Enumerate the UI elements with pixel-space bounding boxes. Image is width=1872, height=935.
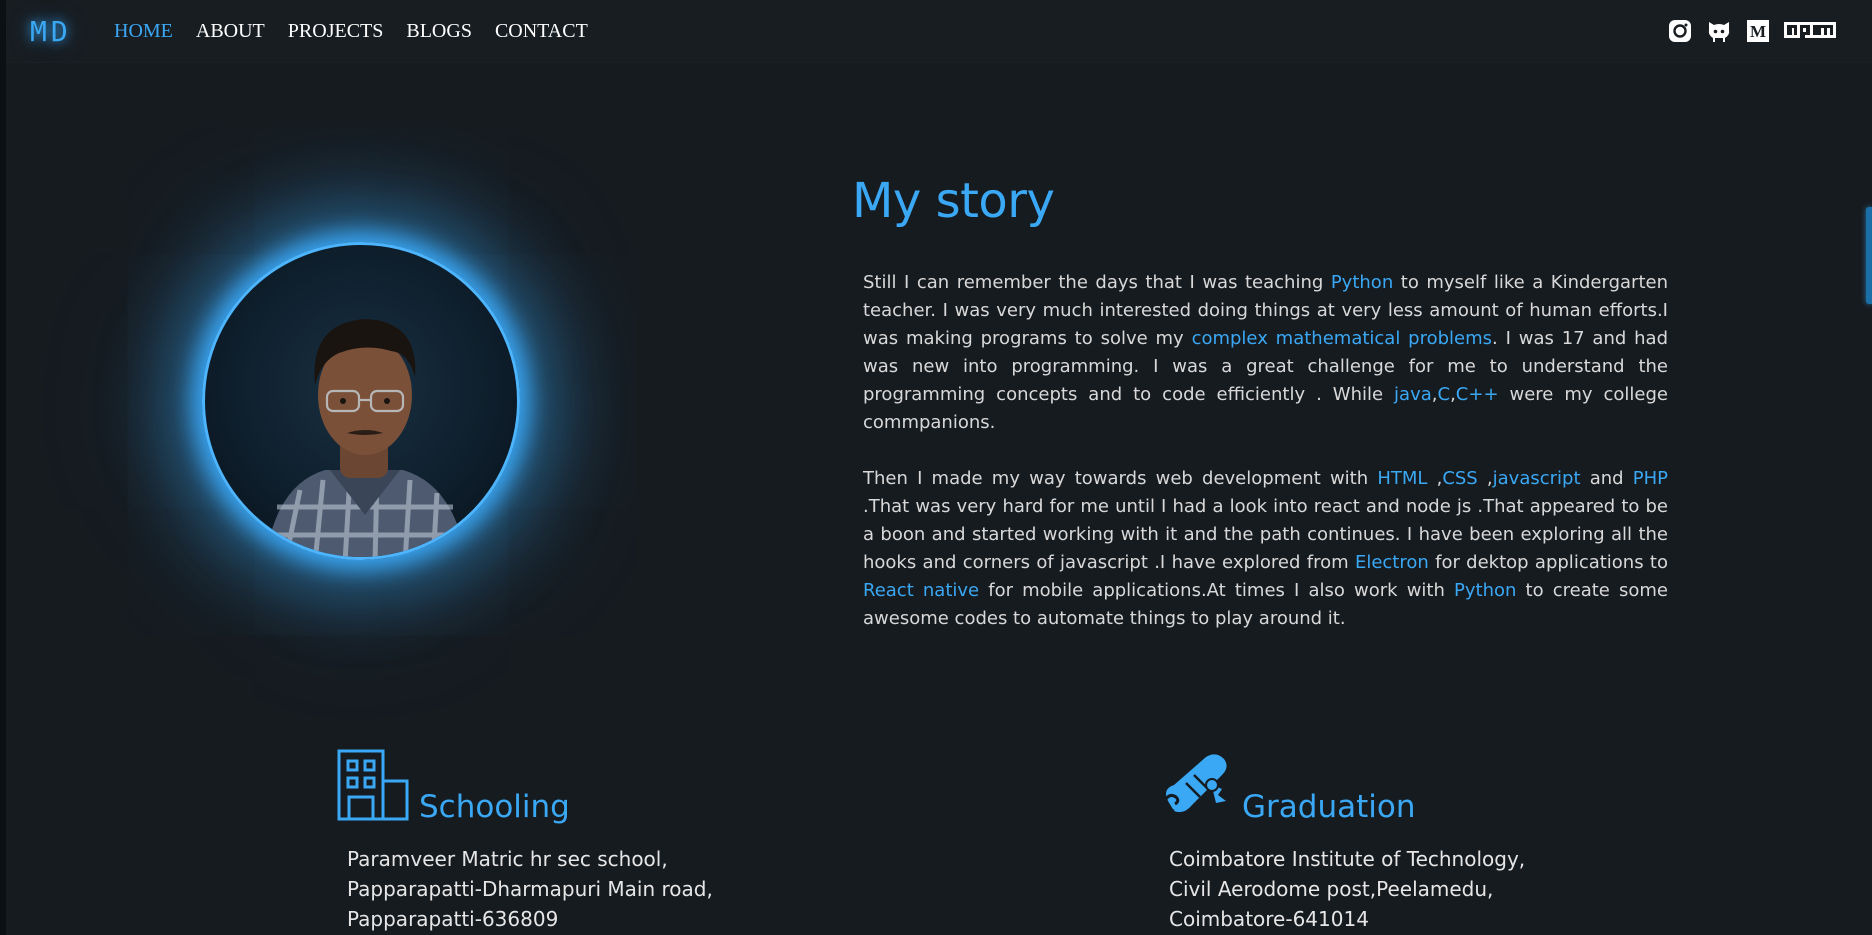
highlight-term: javascript xyxy=(1492,468,1581,489)
github-icon[interactable] xyxy=(1706,19,1732,43)
graduation-heading: Graduation xyxy=(1160,749,1415,825)
npm-icon[interactable] xyxy=(1784,20,1836,42)
top-navbar: MD HOME ABOUT PROJECTS BLOGS CONTACT M xyxy=(6,0,1872,62)
highlight-term: complex mathematical problems xyxy=(1191,328,1493,349)
schooling-address: Paramveer Matric hr sec school, Papparap… xyxy=(347,844,713,934)
highlight-term: C xyxy=(1437,384,1451,405)
schooling-line-1: Paramveer Matric hr sec school, xyxy=(347,847,668,871)
story-text: for dektop applications to xyxy=(1428,552,1668,573)
schooling-line-3: Papparapatti-636809 xyxy=(347,907,559,931)
graduation-address: Coimbatore Institute of Technology, Civi… xyxy=(1169,844,1525,934)
highlight-term: HTML xyxy=(1377,468,1428,489)
social-links: M xyxy=(1654,19,1836,43)
diploma-scroll-icon xyxy=(1160,749,1232,825)
graduation-line-3: Coimbatore-641014 xyxy=(1169,907,1369,931)
story-text: , xyxy=(1427,468,1443,489)
nav-link-projects[interactable]: PROJECTS xyxy=(288,20,384,43)
highlight-term: Python xyxy=(1454,580,1517,601)
building-icon xyxy=(337,749,409,825)
graduation-title: Graduation xyxy=(1242,789,1416,825)
story-text: for mobile applications.At times I also … xyxy=(979,580,1455,601)
schooling-heading: Schooling xyxy=(337,749,570,825)
graduation-line-1: Coimbatore Institute of Technology, xyxy=(1169,847,1526,871)
scrollbar-thumb[interactable] xyxy=(1866,207,1872,304)
highlight-term: Python xyxy=(1330,272,1394,293)
nav-links: HOME ABOUT PROJECTS BLOGS CONTACT xyxy=(114,20,611,43)
highlight-term: C++ xyxy=(1455,384,1499,405)
site-logo[interactable]: MD xyxy=(30,15,98,48)
story-text: Still I can remember the days that I was… xyxy=(863,272,1331,293)
story-paragraph-1: Still I can remember the days that I was… xyxy=(863,269,1668,437)
left-edge-strip xyxy=(0,0,6,935)
story-text: and xyxy=(1580,468,1633,489)
svg-text:M: M xyxy=(1750,22,1766,41)
story-text: Then I made my way towards web developme… xyxy=(863,468,1378,489)
highlight-term: React native xyxy=(863,580,980,601)
schooling-title: Schooling xyxy=(419,789,570,825)
story-text: , xyxy=(1477,468,1493,489)
highlight-term: CSS xyxy=(1442,468,1478,489)
schooling-line-2: Papparapatti-Dharmapuri Main road, xyxy=(347,877,713,901)
profile-photo xyxy=(202,242,520,560)
nav-link-home[interactable]: HOME xyxy=(114,20,173,43)
highlight-term: Electron xyxy=(1354,552,1429,573)
story-title: My story xyxy=(852,173,1055,229)
instagram-icon[interactable] xyxy=(1668,19,1692,43)
story-body: Still I can remember the days that I was… xyxy=(863,269,1668,661)
graduation-line-2: Civil Aerodome post,Peelamedu, xyxy=(1169,877,1494,901)
nav-link-about[interactable]: ABOUT xyxy=(196,20,265,43)
highlight-term: PHP xyxy=(1632,468,1668,489)
nav-link-blogs[interactable]: BLOGS xyxy=(406,20,472,43)
highlight-term: java xyxy=(1394,384,1432,405)
medium-icon[interactable]: M xyxy=(1746,19,1770,43)
nav-link-contact[interactable]: CONTACT xyxy=(495,20,588,43)
story-paragraph-2: Then I made my way towards web developme… xyxy=(863,465,1668,633)
